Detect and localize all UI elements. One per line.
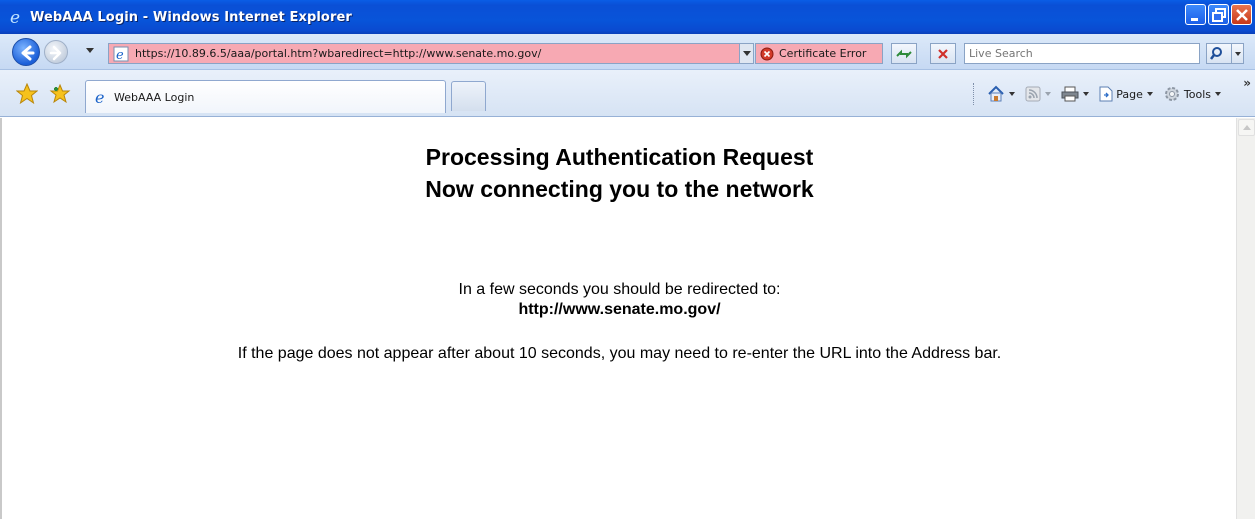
page-heading: Processing Authentication Request	[425, 144, 814, 170]
command-bar-grip[interactable]	[973, 83, 977, 105]
feeds-icon	[1025, 86, 1041, 102]
back-icon	[21, 45, 35, 61]
close-button[interactable]	[1231, 4, 1252, 25]
shield-error-icon	[760, 47, 774, 60]
feeds-button[interactable]	[1025, 86, 1052, 102]
address-dropdown[interactable]	[739, 44, 753, 63]
stop-button[interactable]	[930, 43, 956, 64]
ie-page-icon: e	[113, 46, 129, 62]
forward-button[interactable]	[44, 40, 68, 64]
search-input[interactable]	[969, 47, 1189, 60]
command-bar: Page Tools	[973, 82, 1231, 106]
vertical-scrollbar[interactable]	[1236, 118, 1255, 519]
redirect-note: If the page does not appear after about …	[237, 345, 1002, 362]
refresh-icon	[896, 49, 912, 58]
window-titlebar: e WebAAA Login - Windows Internet Explor…	[0, 0, 1255, 34]
forward-icon	[49, 45, 62, 61]
tools-menu-button[interactable]: Tools	[1163, 85, 1221, 103]
tab-label: WebAAA Login	[114, 90, 195, 104]
page-content: Processing Authentication Request Now co…	[0, 118, 1255, 519]
close-icon	[1236, 9, 1248, 21]
stop-icon	[938, 48, 948, 59]
search-button[interactable]	[1206, 43, 1244, 64]
minimize-button[interactable]	[1185, 4, 1206, 25]
scroll-up-button[interactable]	[1238, 119, 1255, 136]
print-icon	[1061, 86, 1079, 102]
page-menu-button[interactable]: Page	[1099, 86, 1153, 102]
minimize-icon	[1191, 18, 1198, 21]
recent-pages-dropdown[interactable]	[86, 48, 94, 53]
home-button[interactable]	[987, 85, 1016, 103]
print-button[interactable]	[1061, 86, 1090, 102]
maximize-icon	[1212, 8, 1226, 22]
window-controls	[1185, 4, 1252, 25]
home-icon	[988, 85, 1004, 102]
svg-text:e: e	[95, 89, 104, 105]
address-url[interactable]: https://10.89.6.5/aaa/portal.htm?wbaredi…	[135, 47, 541, 60]
redirect-message: In a few seconds you should be redirecte…	[458, 281, 781, 298]
new-tab-button[interactable]	[451, 81, 486, 111]
address-toolbar: e https://10.89.6.5/aaa/portal.htm?wbare…	[0, 34, 1255, 70]
favorites-star-icon[interactable]	[16, 83, 38, 105]
page-icon	[1099, 86, 1113, 102]
search-icon	[1210, 47, 1222, 60]
certificate-error-label: Certificate Error	[779, 47, 867, 60]
page-subheading: Now connecting you to the network	[425, 176, 814, 202]
tab-webaaa-login[interactable]: e WebAAA Login	[85, 80, 446, 113]
ie-icon: e	[10, 8, 20, 26]
tools-menu-label: Tools	[1183, 87, 1211, 101]
refresh-button[interactable]	[891, 43, 917, 64]
search-box[interactable]	[964, 43, 1200, 64]
tab-toolbar: e WebAAA Login Page Tools »	[0, 70, 1255, 117]
window-title: WebAAA Login - Windows Internet Explorer	[30, 9, 352, 25]
address-bar[interactable]: e https://10.89.6.5/aaa/portal.htm?wbare…	[108, 43, 754, 64]
maximize-button[interactable]	[1208, 4, 1229, 25]
search-options-dropdown[interactable]	[1235, 52, 1241, 56]
ie-icon: e	[95, 89, 104, 105]
svg-text:e: e	[10, 8, 20, 26]
tools-gear-icon	[1164, 87, 1179, 101]
page-menu-label: Page	[1116, 87, 1143, 101]
add-favorites-icon[interactable]	[49, 83, 71, 105]
svg-text:e: e	[116, 48, 124, 62]
toolbar-overflow-chevron[interactable]: »	[1243, 76, 1251, 90]
redirect-url: http://www.senate.mo.gov/	[518, 301, 721, 318]
back-button[interactable]	[12, 38, 40, 66]
certificate-error-button[interactable]: Certificate Error	[755, 43, 883, 64]
